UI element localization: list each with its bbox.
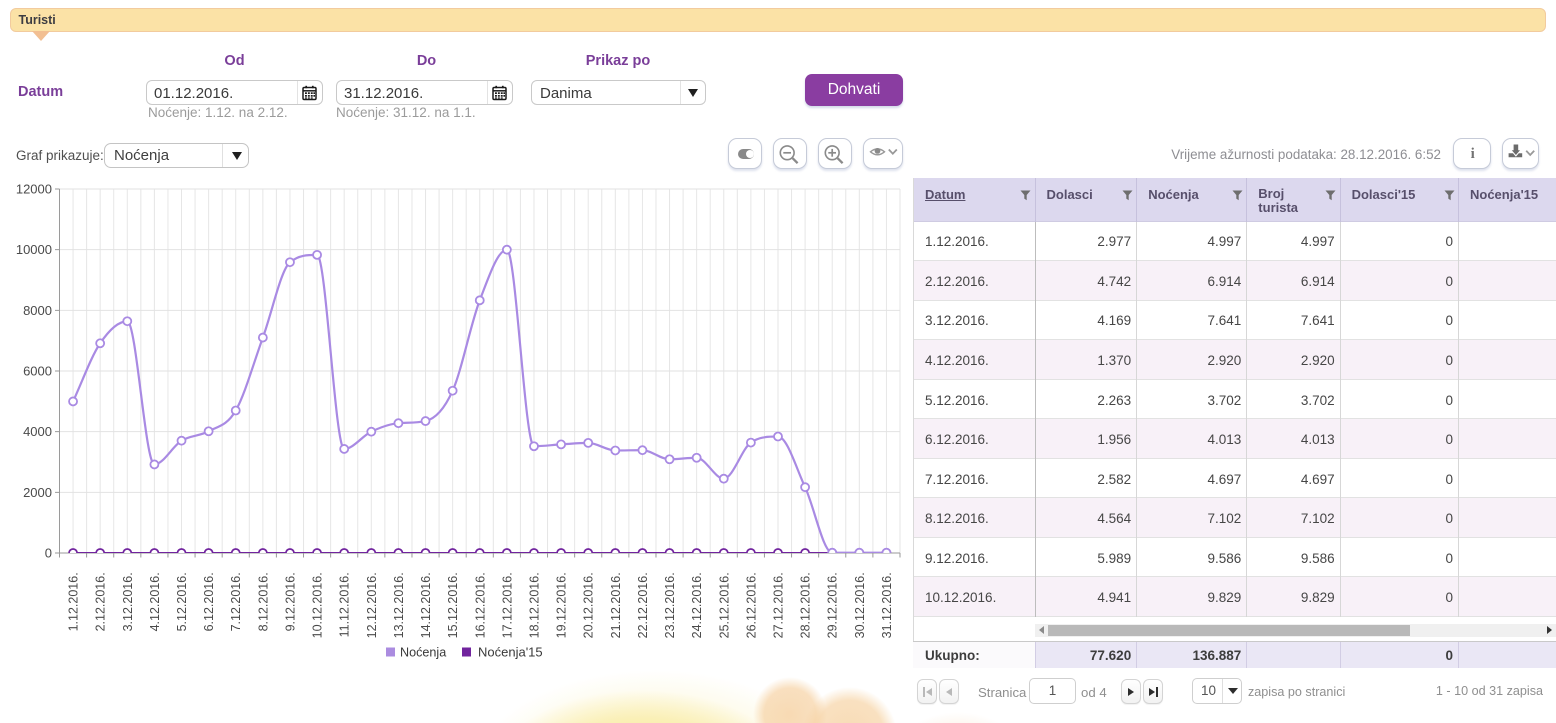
svg-text:Noćenja: Noćenja [400, 646, 446, 660]
svg-text:30.12.2016.: 30.12.2016. [853, 572, 867, 638]
svg-text:4000: 4000 [23, 424, 52, 439]
svg-text:11.12.2016.: 11.12.2016. [338, 572, 352, 637]
svg-text:2.12.2016.: 2.12.2016. [94, 572, 108, 631]
svg-text:9.12.2016.: 9.12.2016. [283, 572, 297, 631]
svg-text:10000: 10000 [16, 242, 52, 257]
svg-text:0: 0 [45, 546, 52, 561]
svg-text:19.12.2016.: 19.12.2016. [555, 572, 569, 638]
svg-text:23.12.2016.: 23.12.2016. [663, 572, 677, 638]
svg-text:24.12.2016.: 24.12.2016. [690, 572, 704, 638]
svg-text:8000: 8000 [23, 303, 52, 318]
svg-text:5.12.2016.: 5.12.2016. [175, 572, 189, 631]
svg-text:18.12.2016.: 18.12.2016. [527, 572, 541, 638]
svg-text:17.12.2016.: 17.12.2016. [500, 572, 514, 638]
svg-text:13.12.2016.: 13.12.2016. [392, 572, 406, 638]
svg-text:25.12.2016.: 25.12.2016. [717, 572, 731, 638]
svg-text:6000: 6000 [23, 364, 52, 379]
svg-text:14.12.2016.: 14.12.2016. [419, 572, 433, 638]
svg-text:15.12.2016.: 15.12.2016. [446, 572, 460, 638]
svg-text:21.12.2016.: 21.12.2016. [609, 572, 623, 638]
svg-text:6.12.2016.: 6.12.2016. [202, 572, 216, 631]
svg-text:16.12.2016.: 16.12.2016. [473, 572, 487, 638]
svg-text:3.12.2016.: 3.12.2016. [121, 572, 135, 631]
svg-text:22.12.2016.: 22.12.2016. [636, 572, 650, 638]
svg-text:31.12.2016.: 31.12.2016. [880, 572, 894, 638]
svg-text:10.12.2016.: 10.12.2016. [311, 572, 325, 638]
svg-text:29.12.2016.: 29.12.2016. [826, 572, 840, 638]
svg-text:27.12.2016.: 27.12.2016. [771, 572, 785, 638]
svg-text:26.12.2016.: 26.12.2016. [744, 572, 758, 638]
svg-text:12000: 12000 [16, 182, 52, 197]
svg-text:7.12.2016.: 7.12.2016. [229, 572, 243, 631]
svg-text:8.12.2016.: 8.12.2016. [256, 572, 270, 631]
svg-text:1.12.2016.: 1.12.2016. [67, 572, 81, 631]
svg-text:28.12.2016.: 28.12.2016. [799, 572, 813, 638]
svg-text:4.12.2016.: 4.12.2016. [148, 572, 162, 631]
svg-text:20.12.2016.: 20.12.2016. [582, 572, 596, 638]
svg-text:12.12.2016.: 12.12.2016. [365, 572, 379, 638]
svg-text:Noćenja'15: Noćenja'15 [478, 645, 543, 660]
svg-text:2000: 2000 [23, 485, 52, 500]
